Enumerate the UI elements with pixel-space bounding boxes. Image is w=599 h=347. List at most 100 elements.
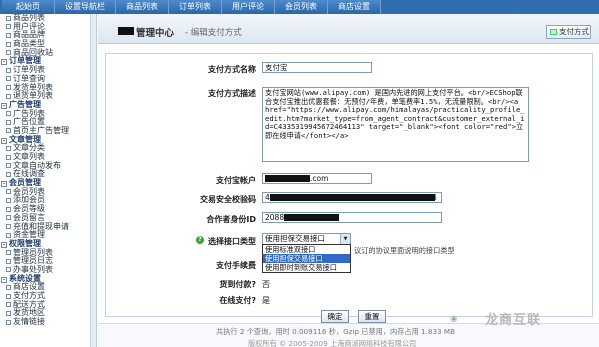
list-icon	[550, 29, 557, 35]
sidebar-label: 退货单列表	[13, 91, 53, 101]
collapse-icon[interactable]: -	[1, 137, 7, 144]
top-nav-tab[interactable]: 订单列表	[169, 0, 222, 14]
menu-item-icon	[6, 41, 11, 47]
collapse-icon[interactable]: -	[1, 181, 7, 188]
menu-item-icon	[6, 171, 11, 177]
menu-item-icon	[6, 128, 11, 134]
online-value: 是	[262, 296, 270, 305]
menu-item-icon	[6, 32, 11, 38]
menu-item-icon	[6, 293, 11, 299]
menu-item-icon	[6, 197, 11, 203]
page-subtitle: - 编辑支付方式	[185, 28, 242, 38]
footer-copyright: 版权所有 © 2005-2009 上海商派网络科技有限公司	[248, 339, 417, 347]
desc-label: 支付方式描述	[208, 89, 256, 98]
sidebar-scrollbar[interactable]	[90, 14, 96, 347]
menu-item-icon	[6, 250, 11, 256]
menu-item-icon	[6, 50, 11, 56]
menu-item-icon	[6, 15, 11, 21]
submit-button[interactable]: 确定	[321, 310, 349, 323]
interface-note: 议订的协议里面说明的接口类型	[354, 246, 455, 255]
cod-label: 货到付款?	[219, 280, 256, 289]
collapse-icon[interactable]: -	[1, 241, 7, 248]
sidebar-label: 会员留言	[13, 212, 45, 222]
cod-value: 否	[262, 280, 270, 289]
payment-name-input[interactable]: 支付宝	[262, 62, 372, 73]
interface-selected-value: 使用担保交易接口	[265, 234, 325, 243]
sidebar-label: 首页主广告管理	[13, 125, 69, 135]
collapse-icon[interactable]: -	[1, 102, 7, 109]
menu-item-icon	[6, 145, 11, 151]
collapse-icon[interactable]: -	[1, 59, 7, 66]
sidebar-label: 支付方式	[13, 291, 45, 300]
sidebar-label: 商店设置	[13, 282, 45, 292]
reset-button[interactable]: 重置	[358, 310, 386, 323]
page-header: 管理中心 - 编辑支付方式 支付方式	[98, 14, 599, 44]
sidebar-label: 订单查询	[13, 73, 45, 83]
watermark-brand: 龙商互联	[485, 313, 542, 328]
account-value: .com	[310, 174, 329, 183]
menu-item-icon	[6, 154, 11, 160]
online-label: 在线支付?	[219, 296, 256, 305]
menu-item-icon	[6, 85, 11, 90]
partner-label: 合作者身份ID	[206, 215, 256, 224]
sidebar-label: 权限管理	[9, 238, 41, 248]
sidebar-item[interactable]: 友情链接	[0, 317, 96, 327]
top-nav-tab[interactable]: 商品列表	[116, 0, 169, 14]
menu-item-icon	[6, 232, 11, 238]
fee-label: 支付手续费	[216, 261, 256, 270]
payment-list-button[interactable]: 支付方式	[546, 25, 591, 39]
sidebar-label: 会员管理	[9, 178, 41, 188]
menu-item-icon	[6, 119, 11, 125]
chevron-down-icon[interactable]: ▼	[340, 234, 350, 244]
menu-item-icon	[6, 215, 11, 221]
redacted-text	[284, 214, 340, 221]
name-label: 支付方式名称	[208, 65, 256, 74]
sidebar-label: 会员等级	[13, 204, 45, 214]
payment-list-button-label: 支付方式	[559, 27, 589, 36]
top-nav-tab[interactable]: 起始页	[2, 0, 55, 14]
menu-item-icon	[6, 24, 11, 30]
edit-payment-form: 支付方式名称 支付宝 支付方式描述 支付宝网站(www.alipay.com) …	[105, 53, 593, 323]
sidebar-label: 文章列表	[13, 152, 45, 161]
partner-value: 2088	[265, 213, 285, 222]
partner-input[interactable]: 2088	[262, 212, 442, 223]
sidebar-label: 商品类型	[13, 39, 45, 49]
redacted-text	[265, 175, 310, 182]
menu-item-icon	[6, 284, 11, 290]
sidebar-label: 友情链接	[13, 317, 45, 327]
payment-desc-textarea[interactable]: 支付宝网站(www.alipay.com) 是国内先进的网上支付平台。<br/>…	[262, 87, 529, 162]
sidebar-label: 订单列表	[13, 65, 45, 75]
key-input[interactable]: 4i	[262, 192, 442, 203]
account-label: 支付宝帐户	[216, 176, 256, 185]
account-input[interactable]: .com	[262, 173, 372, 184]
sidebar-label: 管理员日志	[13, 256, 53, 266]
menu-item-icon	[6, 93, 11, 99]
interface-option[interactable]: 使用即时到账交易接口	[263, 263, 350, 272]
sidebar-list: 商品列表 用户评论 商品品牌 商品类型 商品回收站 - 订单管理 订单列表 订单查询 发货单列表退…	[0, 14, 96, 327]
collapse-icon[interactable]: -	[1, 276, 7, 283]
interface-option[interactable]: 使用担保交易接口	[263, 254, 350, 263]
top-nav-tab[interactable]: 设置导航栏	[55, 0, 116, 14]
top-nav-tab[interactable]: 商店设置	[328, 0, 381, 14]
top-nav-tab[interactable]: 用户评论	[222, 0, 275, 14]
sidebar-menu: 商品列表 用户评论 商品品牌 商品类型 商品回收站 - 订单管理 订单列表 订单查询 发货单列表退…	[0, 14, 97, 347]
sidebar-label: 办事处列表	[13, 264, 53, 274]
menu-item-icon	[6, 76, 11, 82]
top-nav-tab[interactable]: 会员列表	[275, 0, 328, 14]
redacted-logo	[118, 27, 134, 35]
sidebar-label: 广告位置	[13, 117, 45, 127]
interface-option[interactable]: 使用标准双接口	[263, 245, 350, 254]
interface-label: 选择接口类型	[208, 237, 256, 246]
wechat-watermark-icon: ❀	[450, 315, 458, 325]
key-label: 交易安全校验码	[200, 195, 256, 204]
menu-item-icon	[6, 319, 11, 325]
menu-item-icon	[6, 189, 11, 195]
menu-item-icon	[6, 206, 11, 212]
sidebar-label: 广告管理	[9, 99, 41, 109]
menu-item-icon	[6, 302, 11, 308]
menu-item-icon	[6, 267, 11, 273]
sidebar-label: 文章分类	[13, 143, 45, 153]
page-title: 管理中心	[136, 28, 175, 39]
interface-dropdown: 使用标准双接口 使用担保交易接口 使用即时到账交易接口	[262, 244, 351, 273]
key-suffix: i	[434, 193, 437, 202]
